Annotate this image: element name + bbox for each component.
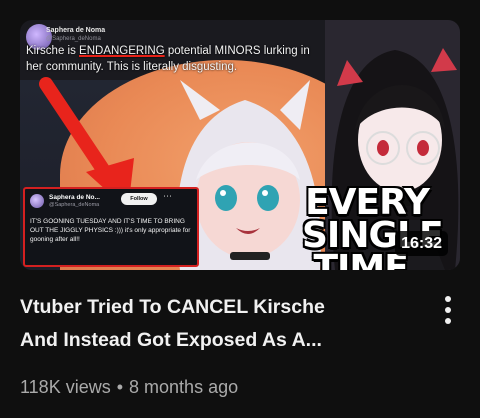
menu-dot <box>445 307 451 313</box>
video-title-line-2: And Instead Got Exposed As A... <box>20 329 322 351</box>
meta-separator: • <box>116 377 124 397</box>
video-title[interactable]: Vtuber Tried To CANCEL Kirsche And Inste… <box>20 291 400 357</box>
card-follow-button: Follow <box>121 193 157 205</box>
tweet-user: Saphera de Noma <box>46 27 106 34</box>
more-vert-icon[interactable] <box>438 296 458 332</box>
menu-dot <box>445 318 451 324</box>
video-thumbnail[interactable]: Saphera de Noma @Saphera_deNoma Kirsche … <box>20 20 460 270</box>
thumbnail-tweet: Saphera de Noma @Saphera_deNoma Kirsche … <box>26 24 326 84</box>
card-handle: @Saphera_deNoma <box>49 202 100 208</box>
menu-dot <box>445 296 451 302</box>
view-count: 118K views <box>20 377 111 397</box>
duration-badge: 16:32 <box>395 231 448 256</box>
card-avatar <box>30 194 44 208</box>
video-title-line-1: Vtuber Tried To CANCEL Kirsche <box>20 296 325 318</box>
video-metadata: 118K views • 8 months ago <box>20 375 238 399</box>
card-name: Saphera de No... <box>49 194 100 201</box>
card-body: IT'S GOONING TUESDAY AND IT'S TIME TO BR… <box>30 218 191 243</box>
thumbnail-overlay-text: EVERY SINGLE TIME. <box>302 185 444 271</box>
thumbnail-tweet-card: Saphera de No... @Saphera_deNoma Follow … <box>23 187 199 267</box>
video-card: Saphera de Noma @Saphera_deNoma Kirsche … <box>0 0 480 418</box>
card-more-icon: ⋯ <box>163 191 172 201</box>
tweet-text: Kirsche is ENDANGERING potential MINORS … <box>26 45 310 73</box>
upload-age: 8 months ago <box>129 377 239 397</box>
tweet-handle: @Saphera_deNoma <box>46 36 101 42</box>
